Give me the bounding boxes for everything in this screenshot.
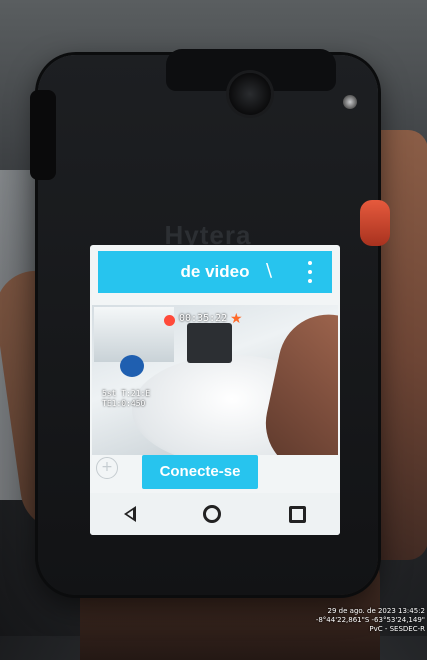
- header-slash: \: [266, 260, 273, 281]
- star-icon: ★: [230, 311, 243, 327]
- video-scene-lamp: [94, 307, 174, 362]
- device-screen: de video \ 00:35:22 ★ 5st T:21:E TE1:0:4…: [90, 245, 340, 535]
- android-nav-bar: [90, 493, 340, 535]
- device-clip: [30, 90, 56, 180]
- app-title: de video: [180, 262, 250, 281]
- osd-line-2: TE1:0:450: [102, 399, 146, 408]
- overlay-coordinates: -8°44'22,861"S -63°53'24,149": [315, 616, 425, 624]
- nav-back-icon[interactable]: [123, 506, 136, 522]
- video-scene-chair: [120, 355, 144, 377]
- connect-button[interactable]: Conecte-se: [142, 455, 258, 489]
- recording-time: 00:35:22: [179, 313, 228, 324]
- nav-recent-icon[interactable]: [289, 505, 307, 523]
- app-header: de video \: [98, 251, 332, 293]
- body-camera-device: Hytera de video \ 00:35:22 ★ 5st T:21:E …: [30, 49, 390, 595]
- timestamp-overlay: 29 de ago. de 2023 13:45:2 -8°44'22,861"…: [316, 607, 425, 634]
- camera-lens: [229, 73, 271, 115]
- osd-line-1: 5st T:21:E: [102, 389, 151, 398]
- menu-dots-icon[interactable]: [300, 259, 320, 285]
- video-preview[interactable]: 00:35:22 ★ 5st T:21:E TE1:0:450: [92, 305, 338, 455]
- overlay-date: 29 de ago. de 2023 13:45:2: [327, 607, 425, 615]
- device-screw: [343, 95, 357, 109]
- rec-dot-icon: [164, 315, 175, 326]
- video-scene-monitor: [187, 323, 232, 363]
- nav-home-icon[interactable]: [203, 505, 222, 523]
- overlay-agency: PvC - SESDEC-R: [369, 625, 425, 633]
- circle-add-icon[interactable]: +: [96, 457, 118, 479]
